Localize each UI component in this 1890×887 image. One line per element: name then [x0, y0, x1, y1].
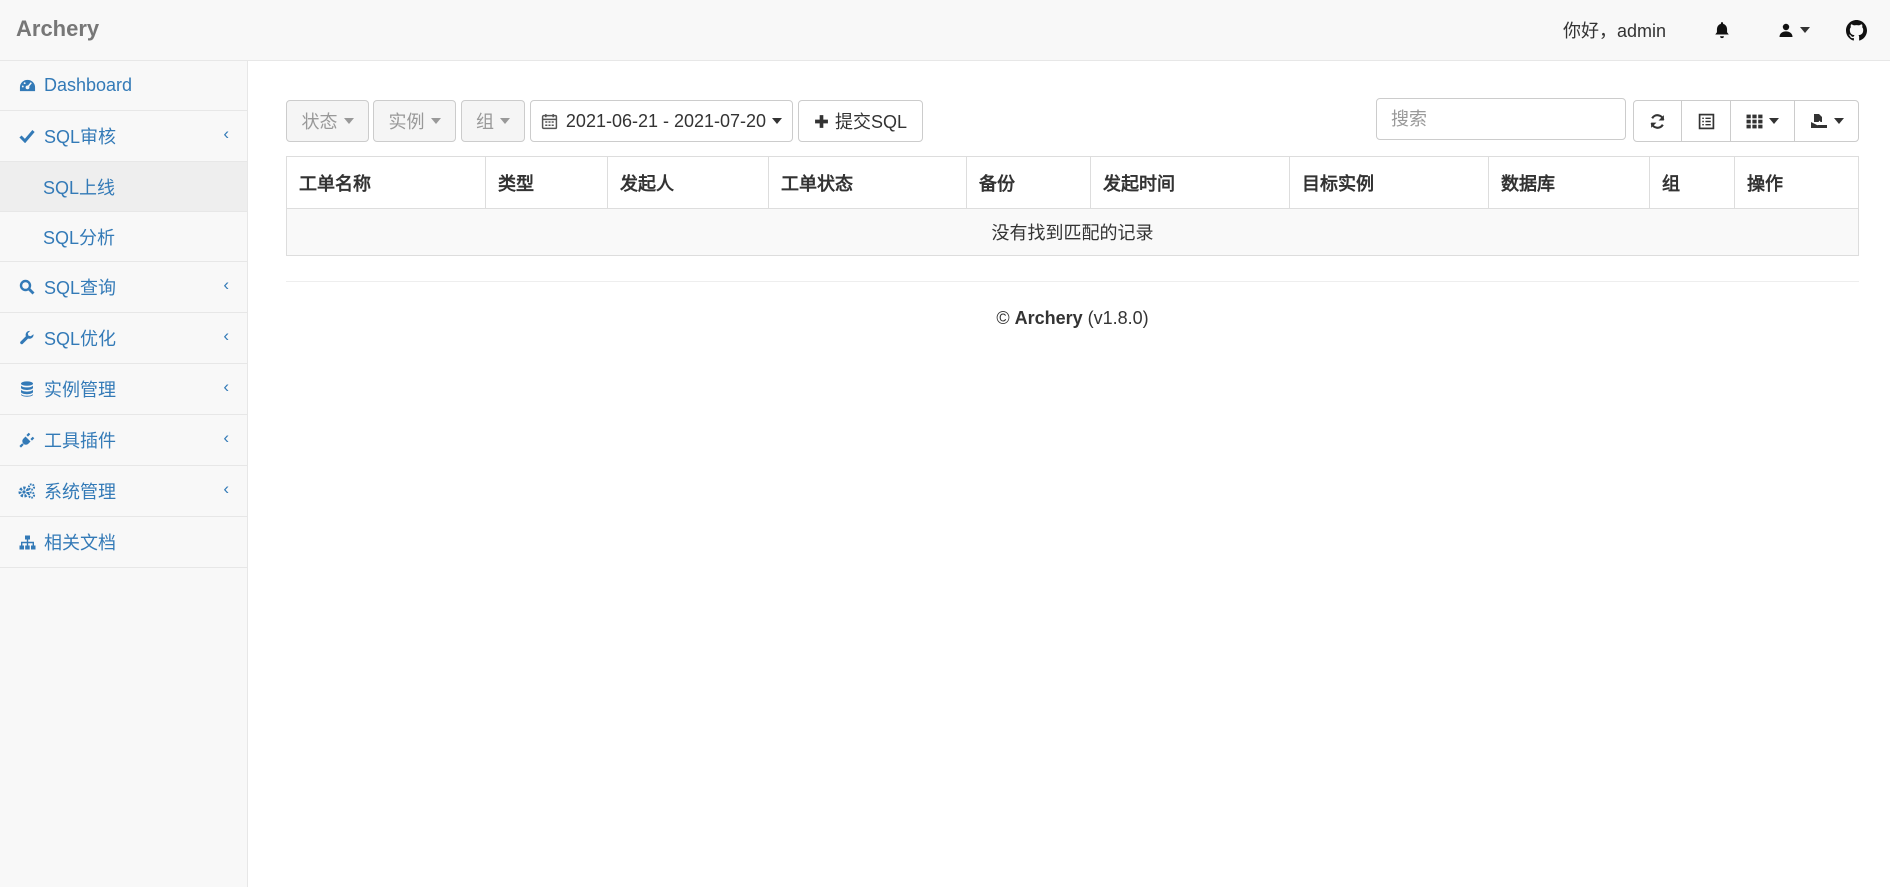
user-icon [1779, 23, 1793, 37]
column-header[interactable]: 备份 [967, 157, 1091, 208]
bell-icon[interactable] [1702, 0, 1742, 60]
sidebar-subitem-sql-analysis[interactable]: SQL分析 [0, 212, 247, 262]
submit-sql-label: 提交SQL [834, 112, 908, 132]
status-filter-label: 状态 [301, 112, 338, 132]
export-icon [1810, 114, 1827, 128]
group-filter-label: 组 [476, 112, 494, 132]
sidebar-item-tool-plugins[interactable]: 工具插件 ‹ [0, 415, 247, 466]
toggle-view-button[interactable] [1681, 100, 1731, 142]
copyright-symbol: © [996, 308, 1010, 328]
footer-version: (v1.8.0) [1087, 308, 1149, 328]
column-header[interactable]: 组 [1650, 157, 1735, 208]
chevron-down-icon [1769, 118, 1779, 124]
column-header[interactable]: 类型 [486, 157, 608, 208]
column-header[interactable]: 工单状态 [769, 157, 967, 208]
date-range-picker[interactable]: 2021-06-21 - 2021-07-20 [530, 100, 793, 142]
columns-toggle-button[interactable] [1730, 100, 1795, 142]
footer: © Archery (v1.8.0) [286, 308, 1859, 329]
search-icon [18, 278, 36, 296]
sidebar-item-label: 实例管理 [44, 380, 116, 400]
footer-brand[interactable]: Archery [1015, 308, 1083, 328]
workflow-table: 工单名称 类型 发起人 工单状态 备份 发起时间 目标实例 数据库 组 操作 没… [286, 156, 1859, 256]
column-header[interactable]: 数据库 [1489, 157, 1650, 208]
calendar-icon [541, 113, 558, 129]
check-icon [18, 127, 36, 145]
user-menu-button[interactable] [1764, 0, 1824, 60]
chevron-left-icon: ‹ [223, 275, 229, 294]
chevron-down-icon [430, 118, 441, 124]
chevron-down-icon [1800, 27, 1810, 33]
chevron-left-icon: ‹ [223, 479, 229, 498]
chevron-down-icon [772, 118, 783, 124]
sidebar-item-label: 系统管理 [44, 482, 116, 502]
grid-icon [1746, 114, 1763, 128]
user-greeting: 你好，admin [1562, 21, 1666, 41]
wrench-icon [18, 329, 36, 347]
sidebar-item-label: SQL审核 [44, 127, 117, 147]
chevron-left-icon: ‹ [223, 377, 229, 396]
footer-divider [286, 281, 1859, 282]
export-button[interactable] [1794, 100, 1859, 142]
sidebar-item-sql-optimize[interactable]: SQL优化 ‹ [0, 313, 247, 364]
column-header[interactable]: 操作 [1735, 157, 1858, 208]
chevron-left-icon: ‹ [223, 124, 229, 143]
database-icon [18, 380, 36, 398]
sidebar-item-sql-query[interactable]: SQL查询 ‹ [0, 262, 247, 313]
sidebar-item-instance-management[interactable]: 实例管理 ‹ [0, 364, 247, 415]
sitemap-icon [18, 533, 36, 551]
github-icon[interactable] [1836, 0, 1876, 60]
column-header[interactable]: 工单名称 [287, 157, 486, 208]
submit-sql-button[interactable]: 提交SQL [798, 100, 923, 142]
table-header: 工单名称 类型 发起人 工单状态 备份 发起时间 目标实例 数据库 组 操作 [287, 157, 1858, 209]
sidebar: Dashboard SQL审核 ‹ SQL上线 SQL分析 SQL查询 ‹ SQ… [0, 61, 248, 887]
sidebar-item-label: 相关文档 [44, 533, 116, 553]
sidebar-item-docs[interactable]: 相关文档 [0, 517, 247, 568]
status-filter-dropdown[interactable]: 状态 [286, 100, 369, 142]
sidebar-subitem-sql-release[interactable]: SQL上线 [0, 162, 247, 212]
sidebar-item-label: 工具插件 [44, 431, 116, 451]
top-navbar: Archery 你好，admin [0, 0, 1890, 61]
group-filter-dropdown[interactable]: 组 [461, 100, 525, 142]
date-range-label: 2021-06-21 - 2021-07-20 [565, 110, 767, 131]
gears-icon [18, 482, 36, 500]
chevron-left-icon: ‹ [223, 326, 229, 345]
column-header[interactable]: 目标实例 [1290, 157, 1489, 208]
chevron-left-icon: ‹ [223, 428, 229, 447]
sidebar-item-dashboard[interactable]: Dashboard [0, 61, 247, 111]
chevron-down-icon [500, 118, 510, 124]
dashboard-icon [18, 77, 36, 95]
navbar-right: 你好，admin [1563, 0, 1890, 60]
list-view-icon [1698, 113, 1714, 129]
sidebar-item-sql-review[interactable]: SQL审核 ‹ [0, 111, 247, 162]
instance-filter-dropdown[interactable]: 实例 [373, 100, 456, 142]
sidebar-item-system-management[interactable]: 系统管理 ‹ [0, 466, 247, 517]
empty-table-message: 没有找到匹配的记录 [287, 209, 1858, 255]
sidebar-item-label: SQL优化 [44, 329, 117, 349]
plus-icon [815, 114, 828, 128]
sidebar-item-label: Dashboard [44, 75, 133, 95]
refresh-button[interactable] [1633, 100, 1682, 142]
brand-logo[interactable]: Archery [16, 16, 99, 42]
instance-filter-label: 实例 [388, 112, 425, 132]
refresh-icon [1650, 113, 1665, 129]
chevron-down-icon [1833, 118, 1844, 124]
sidebar-item-label: SQL查询 [44, 278, 117, 298]
column-header[interactable]: 发起时间 [1091, 157, 1290, 208]
chevron-down-icon [343, 118, 354, 124]
column-header[interactable]: 发起人 [608, 157, 769, 208]
search-input[interactable] [1376, 98, 1626, 140]
plug-icon [18, 431, 36, 449]
